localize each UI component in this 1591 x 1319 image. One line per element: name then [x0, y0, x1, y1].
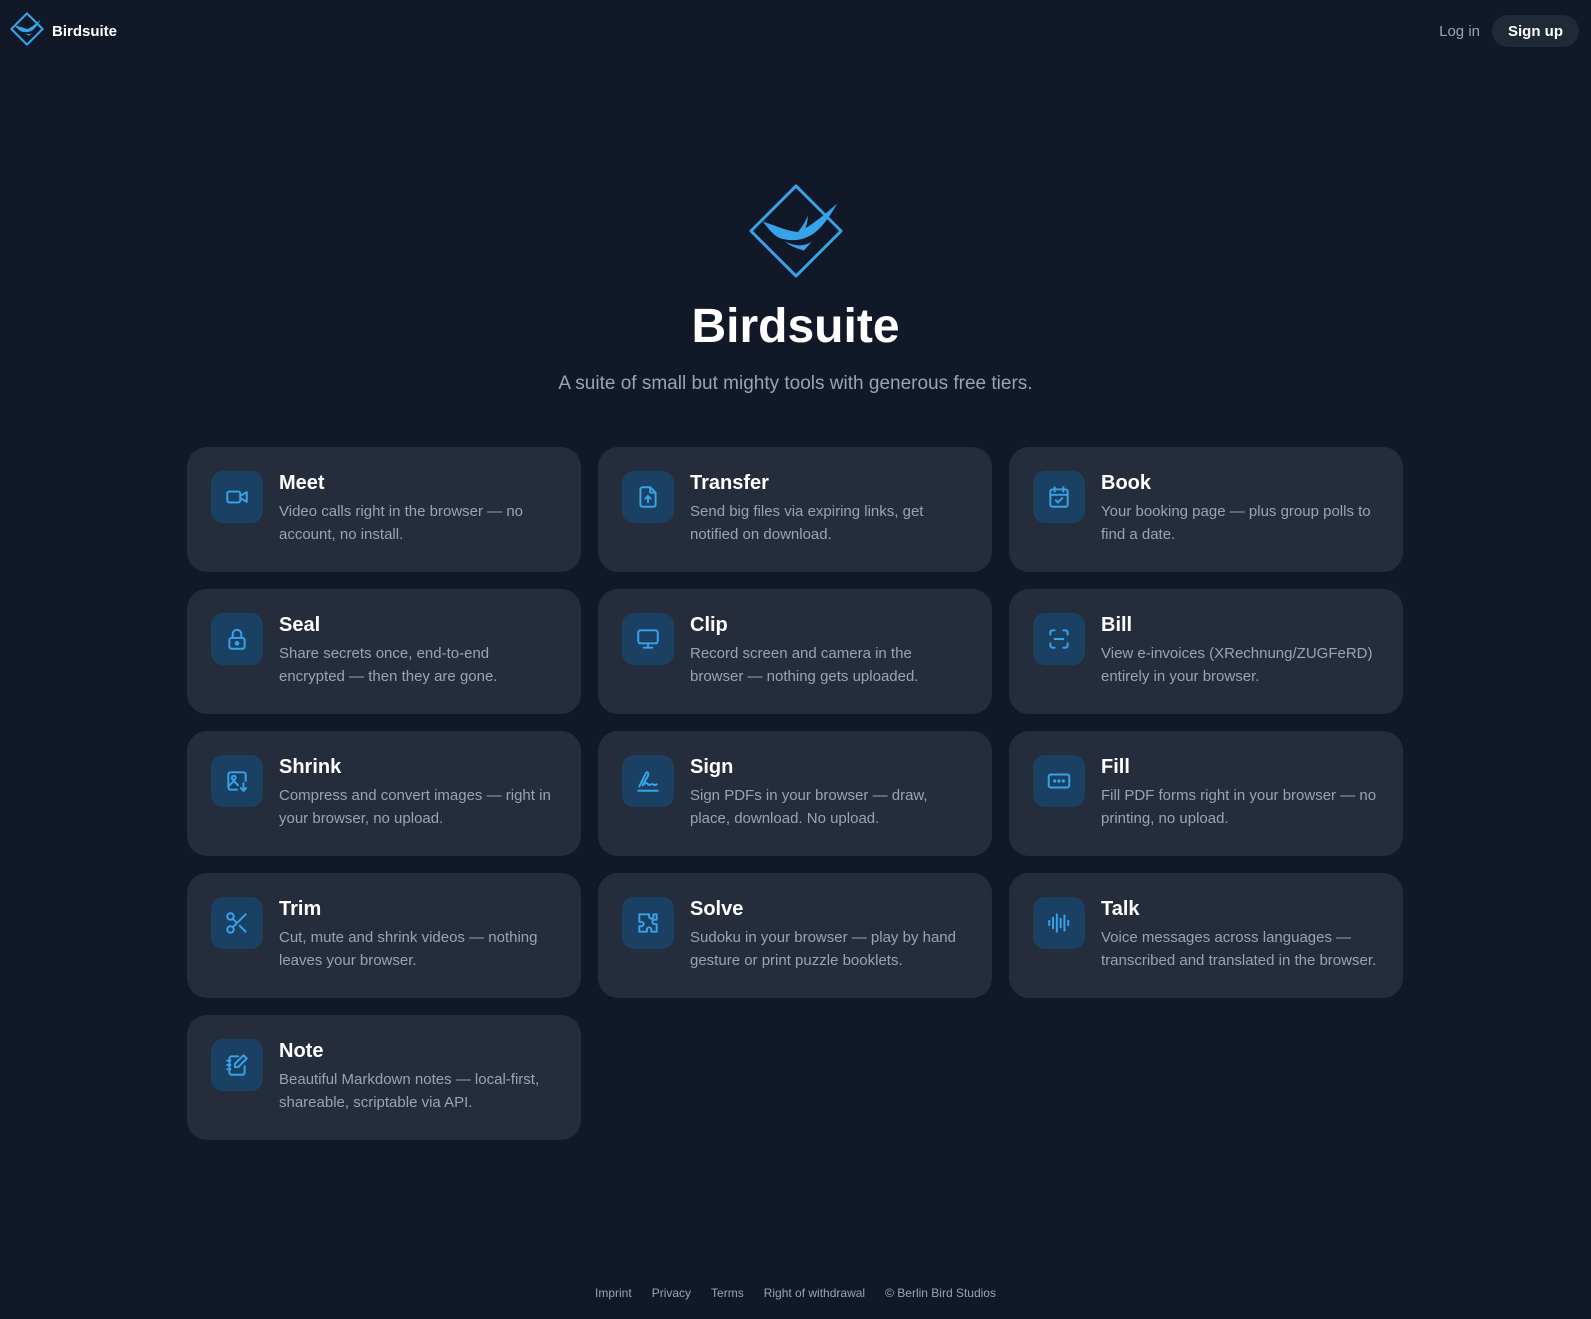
- tool-description: Sudoku in your browser — play by hand ge…: [690, 929, 956, 969]
- tool-title: Note: [279, 1040, 324, 1062]
- tool-card-clip[interactable]: Clip Record screen and camera in the bro…: [598, 589, 992, 714]
- form-field-icon: [1033, 755, 1085, 807]
- tool-card-note[interactable]: Note Beautiful Markdown notes — local-fi…: [187, 1015, 581, 1140]
- tool-title: Shrink: [279, 756, 342, 778]
- tool-description: Sign PDFs in your browser — draw, place,…: [690, 787, 928, 827]
- footer-link-imprint[interactable]: Imprint: [595, 1286, 632, 1300]
- tool-title: Trim: [279, 898, 322, 920]
- tool-card-book[interactable]: Book Your booking page — plus group poll…: [1009, 447, 1403, 572]
- video-camera-icon: [211, 471, 263, 523]
- tool-description: Your booking page — plus group polls to …: [1101, 503, 1371, 543]
- tool-card-talk[interactable]: Talk Voice messages across languages — t…: [1009, 873, 1403, 998]
- tool-description: View e-invoices (XRechnung/ZUGFeRD) enti…: [1101, 645, 1373, 685]
- signup-button[interactable]: Sign up: [1492, 15, 1579, 47]
- bird-diamond-logo-icon: [10, 11, 44, 51]
- hero-title: Birdsuite: [691, 300, 900, 353]
- tool-description: Video calls right in the browser — no ac…: [279, 503, 524, 543]
- tool-title: Transfer: [690, 472, 769, 494]
- scissors-icon: [211, 897, 263, 949]
- hero-subtitle: A suite of small but mighty tools with g…: [558, 373, 1033, 394]
- tool-title: Solve: [690, 898, 744, 920]
- brand-link[interactable]: Birdsuite: [10, 11, 118, 51]
- notebook-pen-icon: [211, 1039, 263, 1091]
- tool-title: Bill: [1101, 614, 1133, 636]
- file-upload-icon: [622, 471, 674, 523]
- brand-name: Birdsuite: [52, 22, 118, 40]
- auth-actions: Log in Sign up: [1439, 15, 1579, 47]
- audio-waveform-icon: [1033, 897, 1085, 949]
- calendar-check-icon: [1033, 471, 1085, 523]
- footer-link-withdrawal[interactable]: Right of withdrawal: [764, 1286, 865, 1300]
- tool-title: Talk: [1101, 898, 1140, 920]
- footer-link-terms[interactable]: Terms: [711, 1286, 744, 1300]
- tool-title: Clip: [690, 614, 728, 636]
- copyright: © Berlin Bird Studios: [885, 1286, 996, 1300]
- lock-icon: [211, 613, 263, 665]
- tool-card-bill[interactable]: Bill View e-invoices (XRechnung/ZUGFeRD)…: [1009, 589, 1403, 714]
- tool-description: Record screen and camera in the browser …: [690, 645, 919, 685]
- hero-logo-icon: [747, 182, 845, 285]
- tool-description: Cut, mute and shrink videos — nothing le…: [279, 929, 538, 969]
- scan-icon: [1033, 613, 1085, 665]
- tool-card-meet[interactable]: Meet Video calls right in the browser — …: [187, 447, 581, 572]
- tool-description: Beautiful Markdown notes — local-first, …: [279, 1071, 540, 1111]
- tool-description: Compress and convert images — right in y…: [279, 787, 551, 827]
- tool-card-shrink[interactable]: Shrink Compress and convert images — rig…: [187, 731, 581, 856]
- footer: Imprint Privacy Terms Right of withdrawa…: [0, 1286, 1591, 1300]
- tool-card-seal[interactable]: Seal Share secrets once, end-to-end encr…: [187, 589, 581, 714]
- monitor-icon: [622, 613, 674, 665]
- tool-description: Fill PDF forms right in your browser — n…: [1101, 787, 1377, 827]
- hero: Birdsuite A suite of small but mighty to…: [0, 182, 1591, 397]
- tool-description: Voice messages across languages — transc…: [1101, 929, 1377, 969]
- puzzle-icon: [622, 897, 674, 949]
- tool-card-transfer[interactable]: Transfer Send big files via expiring lin…: [598, 447, 992, 572]
- login-link[interactable]: Log in: [1439, 23, 1480, 40]
- top-nav: Birdsuite Log in Sign up: [0, 0, 1591, 62]
- tool-card-trim[interactable]: Trim Cut, mute and shrink videos — nothi…: [187, 873, 581, 998]
- signature-icon: [622, 755, 674, 807]
- tool-card-solve[interactable]: Solve Sudoku in your browser — play by h…: [598, 873, 992, 998]
- footer-link-privacy[interactable]: Privacy: [652, 1286, 691, 1300]
- tool-title: Book: [1101, 472, 1151, 494]
- tool-description: Share secrets once, end-to-end encrypted…: [279, 645, 498, 685]
- tool-title: Sign: [690, 756, 734, 778]
- tool-title: Seal: [279, 614, 321, 636]
- tools-grid: Meet Video calls right in the browser — …: [187, 447, 1403, 1140]
- tool-title: Meet: [279, 472, 325, 494]
- tool-card-sign[interactable]: Sign Sign PDFs in your browser — draw, p…: [598, 731, 992, 856]
- tool-title: Fill: [1101, 756, 1130, 778]
- tool-description: Send big files via expiring links, get n…: [690, 503, 924, 543]
- image-download-icon: [211, 755, 263, 807]
- tool-card-fill[interactable]: Fill Fill PDF forms right in your browse…: [1009, 731, 1403, 856]
